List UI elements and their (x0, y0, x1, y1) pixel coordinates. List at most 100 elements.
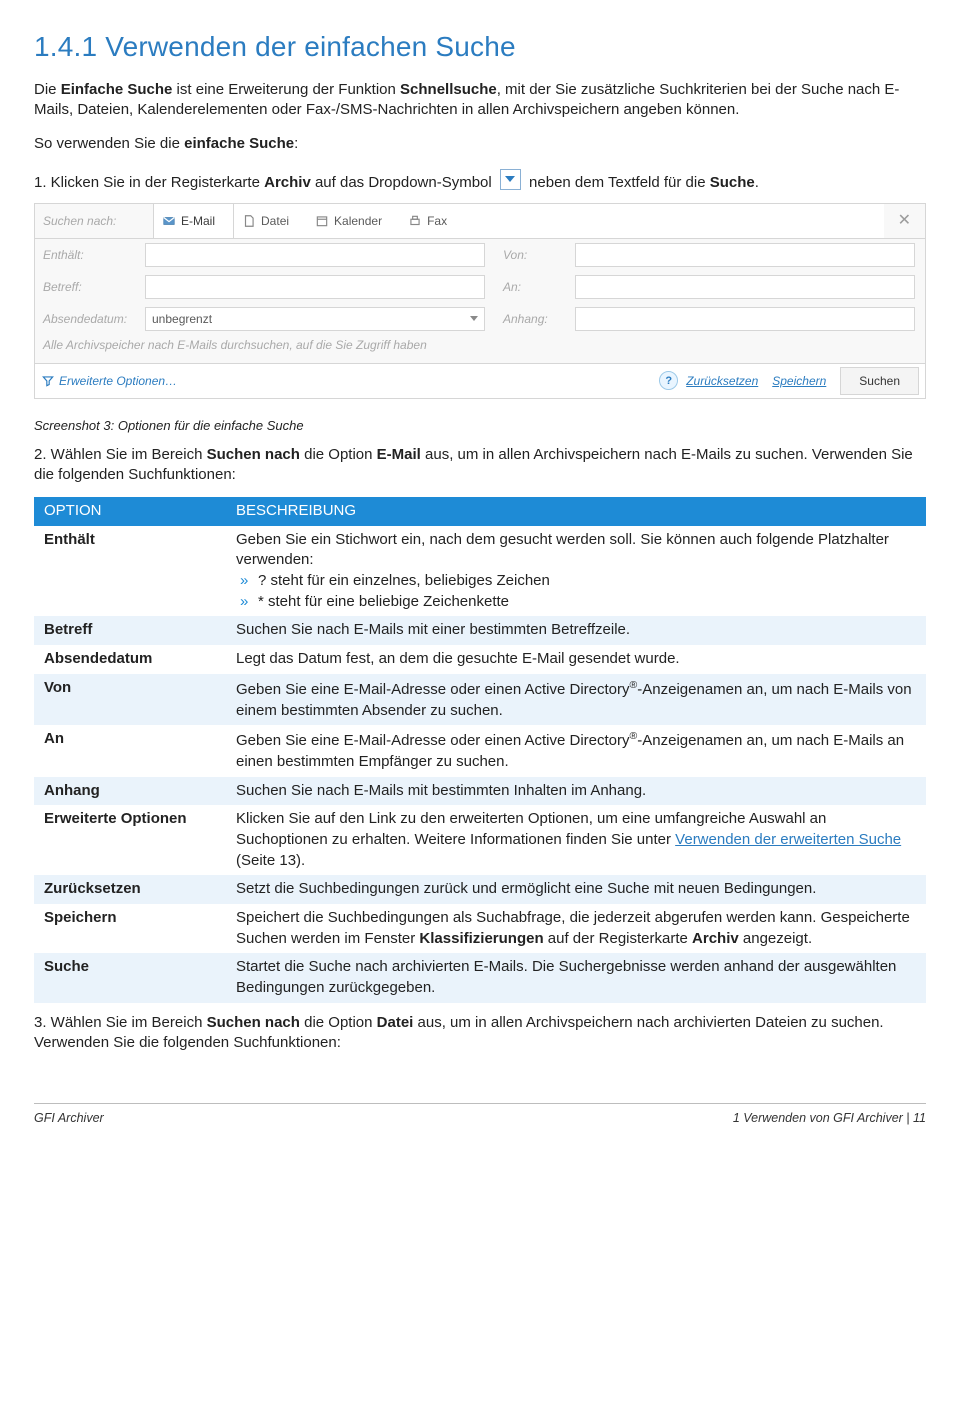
text: ist eine Erweiterung der Funktion (172, 81, 400, 98)
search-button[interactable]: Suchen (840, 367, 919, 395)
text: die Option (300, 446, 377, 463)
contains-input[interactable] (145, 243, 485, 267)
attachment-label: Anhang: (495, 303, 575, 335)
text: 1. Klicken Sie in der Registerkarte (34, 174, 264, 191)
opt-name: Enthält (34, 526, 226, 617)
to-label: An: (495, 271, 575, 303)
table-row: Von Geben Sie eine E-Mail-Adresse oder e… (34, 674, 926, 725)
opt-desc: Legt das Datum fest, an dem die gesuchte… (226, 645, 926, 674)
tab-fax[interactable]: Fax (400, 204, 465, 238)
close-button[interactable]: ✕ (884, 204, 925, 238)
term-einfache-suche: einfache Suche (184, 135, 294, 152)
step-1: 1. Klicken Sie in der Registerkarte Arch… (34, 169, 926, 193)
fax-icon (408, 214, 422, 228)
from-input[interactable] (575, 243, 915, 267)
to-input[interactable] (575, 275, 915, 299)
text: Geben Sie eine E-Mail-Adresse oder einen… (236, 681, 630, 698)
table-row: Suche Startet die Suche nach archivierte… (34, 953, 926, 1002)
opt-desc: Speichert die Suchbedingungen als Suchab… (226, 904, 926, 953)
table-row: Betreff Suchen Sie nach E-Mails mit eine… (34, 616, 926, 645)
opt-name: Suche (34, 953, 226, 1002)
file-icon (242, 214, 256, 228)
advanced-search-link[interactable]: Verwenden der erweiterten Suche (675, 831, 901, 848)
text: So verwenden Sie die (34, 135, 184, 152)
save-link[interactable]: Speichern (772, 373, 826, 389)
table-row: Speichern Speichert die Suchbedingungen … (34, 904, 926, 953)
opt-name: Betreff (34, 616, 226, 645)
text: die Option (300, 1014, 377, 1031)
subject-label: Betreff: (35, 271, 145, 303)
bullet: ? steht für ein einzelnes, beliebiges Ze… (236, 571, 916, 592)
tab-label: Datei (261, 213, 289, 229)
step-3: 3. Wählen Sie im Bereich Suchen nach die… (34, 1013, 926, 1054)
text: 3. Wählen Sie im Bereich (34, 1014, 207, 1031)
opt-name: An (34, 725, 226, 776)
footer-page-number: 11 (913, 1111, 926, 1125)
footer-chapter: 1 Verwenden von GFI Archiver (733, 1111, 903, 1125)
sent-date-label: Absendedatum: (35, 303, 145, 335)
text: Die (34, 81, 61, 98)
step-2: 2. Wählen Sie im Bereich Suchen nach die… (34, 445, 926, 486)
contains-label: Enthält: (35, 239, 145, 271)
opt-name: Zurücksetzen (34, 875, 226, 904)
search-for-label: Suchen nach: (35, 204, 153, 238)
search-footer-bar: Erweiterte Optionen… ? Zurücksetzen Spei… (35, 363, 925, 398)
term-suchen-nach: Suchen nach (207, 446, 300, 463)
filter-icon (41, 374, 55, 388)
term-datei: Datei (377, 1014, 414, 1031)
reset-link[interactable]: Zurücksetzen (686, 373, 758, 389)
table-row: An Geben Sie eine E-Mail-Adresse oder ei… (34, 725, 926, 776)
tab-label: E-Mail (181, 213, 215, 229)
search-ui-screenshot: Suchen nach: E-Mail Datei Kalender Fax (34, 203, 926, 399)
opt-name: Speichern (34, 904, 226, 953)
search-tabs-row: Suchen nach: E-Mail Datei Kalender Fax (35, 204, 925, 239)
col-description: BESCHREIBUNG (226, 497, 926, 526)
term-email: E-Mail (377, 446, 421, 463)
search-fields: Enthält: Von: Betreff: An: Absendedatum:… (35, 239, 925, 335)
dropdown-icon (500, 169, 521, 190)
term-archiv: Archiv (264, 174, 311, 191)
advanced-options-label: Erweiterte Optionen… (59, 373, 177, 389)
opt-name: Anhang (34, 777, 226, 806)
options-table: OPTION BESCHREIBUNG Enthält Geben Sie ei… (34, 497, 926, 1003)
from-label: Von: (495, 239, 575, 271)
screenshot-caption: Screenshot 3: Optionen für die einfache … (34, 417, 926, 435)
calendar-icon (315, 214, 329, 228)
bullet: * steht für eine beliebige Zeichenkette (236, 592, 916, 613)
text: (Seite 13). (236, 852, 305, 869)
subject-input[interactable] (145, 275, 485, 299)
opt-name: Von (34, 674, 226, 725)
text: Geben Sie eine E-Mail-Adresse oder einen… (236, 732, 630, 749)
opt-name: Erweiterte Optionen (34, 805, 226, 875)
help-button[interactable]: ? (659, 371, 678, 390)
intro-paragraph-1: Die Einfache Suche ist eine Erweiterung … (34, 80, 926, 121)
footer-sep: | (903, 1111, 913, 1125)
tab-email[interactable]: E-Mail (153, 204, 234, 238)
email-icon (162, 214, 176, 228)
term-einfache-suche: Einfache Suche (61, 81, 173, 98)
term-schnellsuche: Schnellsuche (400, 81, 497, 98)
tab-file[interactable]: Datei (234, 204, 307, 238)
tab-label: Fax (427, 213, 447, 229)
term-suchen-nach: Suchen nach (207, 1014, 300, 1031)
text: 2. Wählen Sie im Bereich (34, 446, 207, 463)
opt-desc: Suchen Sie nach E-Mails mit einer bestim… (226, 616, 926, 645)
table-row: Zurücksetzen Setzt die Suchbedingungen z… (34, 875, 926, 904)
advanced-options-link[interactable]: Erweiterte Optionen… (41, 373, 177, 389)
table-row: Erweiterte Optionen Klicken Sie auf den … (34, 805, 926, 875)
table-row: Anhang Suchen Sie nach E-Mails mit besti… (34, 777, 926, 806)
text: Geben Sie ein Stichwort ein, nach dem ge… (236, 531, 889, 569)
opt-desc: Setzt die Suchbedingungen zurück und erm… (226, 875, 926, 904)
tab-calendar[interactable]: Kalender (307, 204, 400, 238)
text: . (755, 174, 759, 191)
tab-label: Kalender (334, 213, 382, 229)
attachment-input[interactable] (575, 307, 915, 331)
intro-paragraph-2: So verwenden Sie die einfache Suche: (34, 134, 926, 154)
text: angezeigt. (739, 930, 812, 947)
page-footer: GFI Archiver 1 Verwenden von GFI Archive… (34, 1103, 926, 1127)
opt-desc: Klicken Sie auf den Link zu den erweiter… (226, 805, 926, 875)
table-row: Absendedatum Legt das Datum fest, an dem… (34, 645, 926, 674)
opt-desc: Geben Sie eine E-Mail-Adresse oder einen… (226, 674, 926, 725)
sent-date-dropdown[interactable]: unbegrenzt (145, 307, 485, 331)
section-heading: 1.4.1 Verwenden der einfachen Suche (34, 28, 926, 66)
